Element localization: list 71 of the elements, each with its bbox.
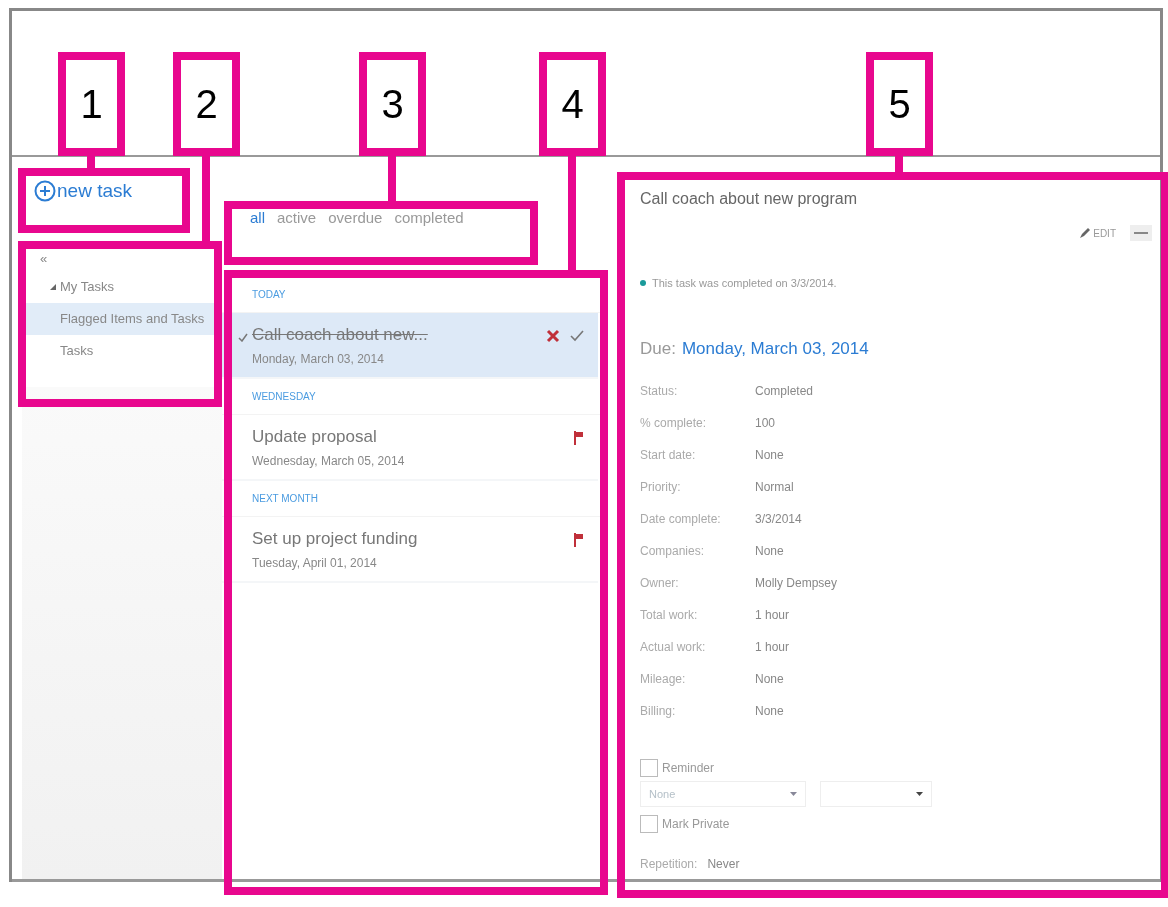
field-value: 1 hour: [755, 639, 791, 656]
checkbox[interactable]: [640, 759, 658, 777]
filter-tab[interactable]: active: [277, 207, 317, 230]
folder-item[interactable]: My Tasks: [24, 271, 222, 303]
flag-button[interactable]: [574, 533, 584, 547]
field-value: Normal: [755, 479, 795, 496]
caret-icon: [790, 792, 797, 796]
callout-number: 2: [173, 52, 240, 156]
more-icon: [1134, 231, 1148, 235]
field-label: Actual work:: [640, 639, 707, 656]
edit-button[interactable]: EDIT: [1079, 225, 1116, 241]
field-label: Total work:: [640, 607, 699, 624]
bullet-icon: [640, 280, 646, 287]
task-date: Wednesday, March 05, 2014: [252, 452, 406, 470]
field-label: Date complete:: [640, 511, 722, 528]
task-title: Call coach about new...: [252, 324, 429, 347]
field-value: None: [755, 543, 785, 560]
flag-icon: [574, 431, 584, 445]
field-label: % complete:: [640, 415, 708, 432]
task-date: Monday, March 03, 2014: [252, 350, 385, 368]
field-value: Completed: [755, 383, 815, 400]
field-label: Owner:: [640, 575, 680, 592]
field-value: 100: [755, 415, 777, 432]
callout-number: 3: [359, 52, 426, 156]
field-label: Mileage:: [640, 671, 687, 688]
collapse-button[interactable]: «: [40, 247, 48, 271]
info-text: This task was completed on 3/3/2014.: [652, 276, 837, 291]
caret-icon: [916, 792, 923, 796]
folder-item[interactable]: Tasks: [24, 335, 222, 367]
callout-number: 4: [539, 52, 606, 156]
callout-number: 1: [58, 52, 125, 156]
field-label: Companies:: [640, 543, 706, 560]
field-label: Status:: [640, 383, 679, 400]
check-icon: [570, 330, 584, 342]
checkbox-label: Mark Private: [662, 816, 730, 833]
field-value: None: [755, 447, 785, 464]
repetition-label: Repetition:: [640, 856, 698, 873]
date-dropdown[interactable]: None: [640, 781, 806, 807]
task-title: Set up project funding: [252, 528, 419, 551]
field-label: Priority:: [640, 479, 682, 496]
delete-button[interactable]: [546, 329, 560, 343]
task-item[interactable]: Call coach about new... Monday, March 03, 2014: [222, 313, 598, 379]
task-title: Update proposal: [252, 426, 378, 449]
field-value: None: [755, 671, 785, 688]
due-date: Monday, March 03, 2014: [681, 337, 869, 360]
field-label: Billing:: [640, 703, 677, 720]
check-icon: [238, 333, 248, 342]
task-date: Tuesday, April 01, 2014: [252, 554, 378, 572]
filter-tab[interactable]: completed: [394, 207, 464, 230]
filter-tab[interactable]: overdue: [328, 207, 383, 230]
complete-button[interactable]: [570, 330, 584, 342]
new-task-button[interactable]: new task: [34, 177, 132, 206]
due-label: Due:: [640, 337, 676, 360]
checkbox[interactable]: [640, 815, 658, 833]
checkbox-label: Reminder: [662, 760, 715, 777]
flag-button[interactable]: [574, 431, 584, 445]
add-icon: [34, 180, 56, 203]
close-icon: [546, 329, 560, 343]
flag-icon: [574, 533, 584, 547]
more-button[interactable]: [1130, 225, 1152, 241]
callout-number: 5: [866, 52, 933, 156]
field-value: 3/3/2014: [755, 511, 803, 528]
dropdown-placeholder: None: [649, 786, 676, 802]
repetition-value: Never: [707, 856, 740, 873]
field-label: Start date:: [640, 447, 697, 464]
detail-title: Call coach about new program: [640, 189, 858, 209]
field-value: 1 hour: [755, 607, 791, 624]
filter-tab[interactable]: all: [250, 207, 265, 230]
field-value: Molly Dempsey: [755, 575, 839, 592]
pencil-icon: [1079, 227, 1092, 239]
field-value: None: [755, 703, 785, 720]
